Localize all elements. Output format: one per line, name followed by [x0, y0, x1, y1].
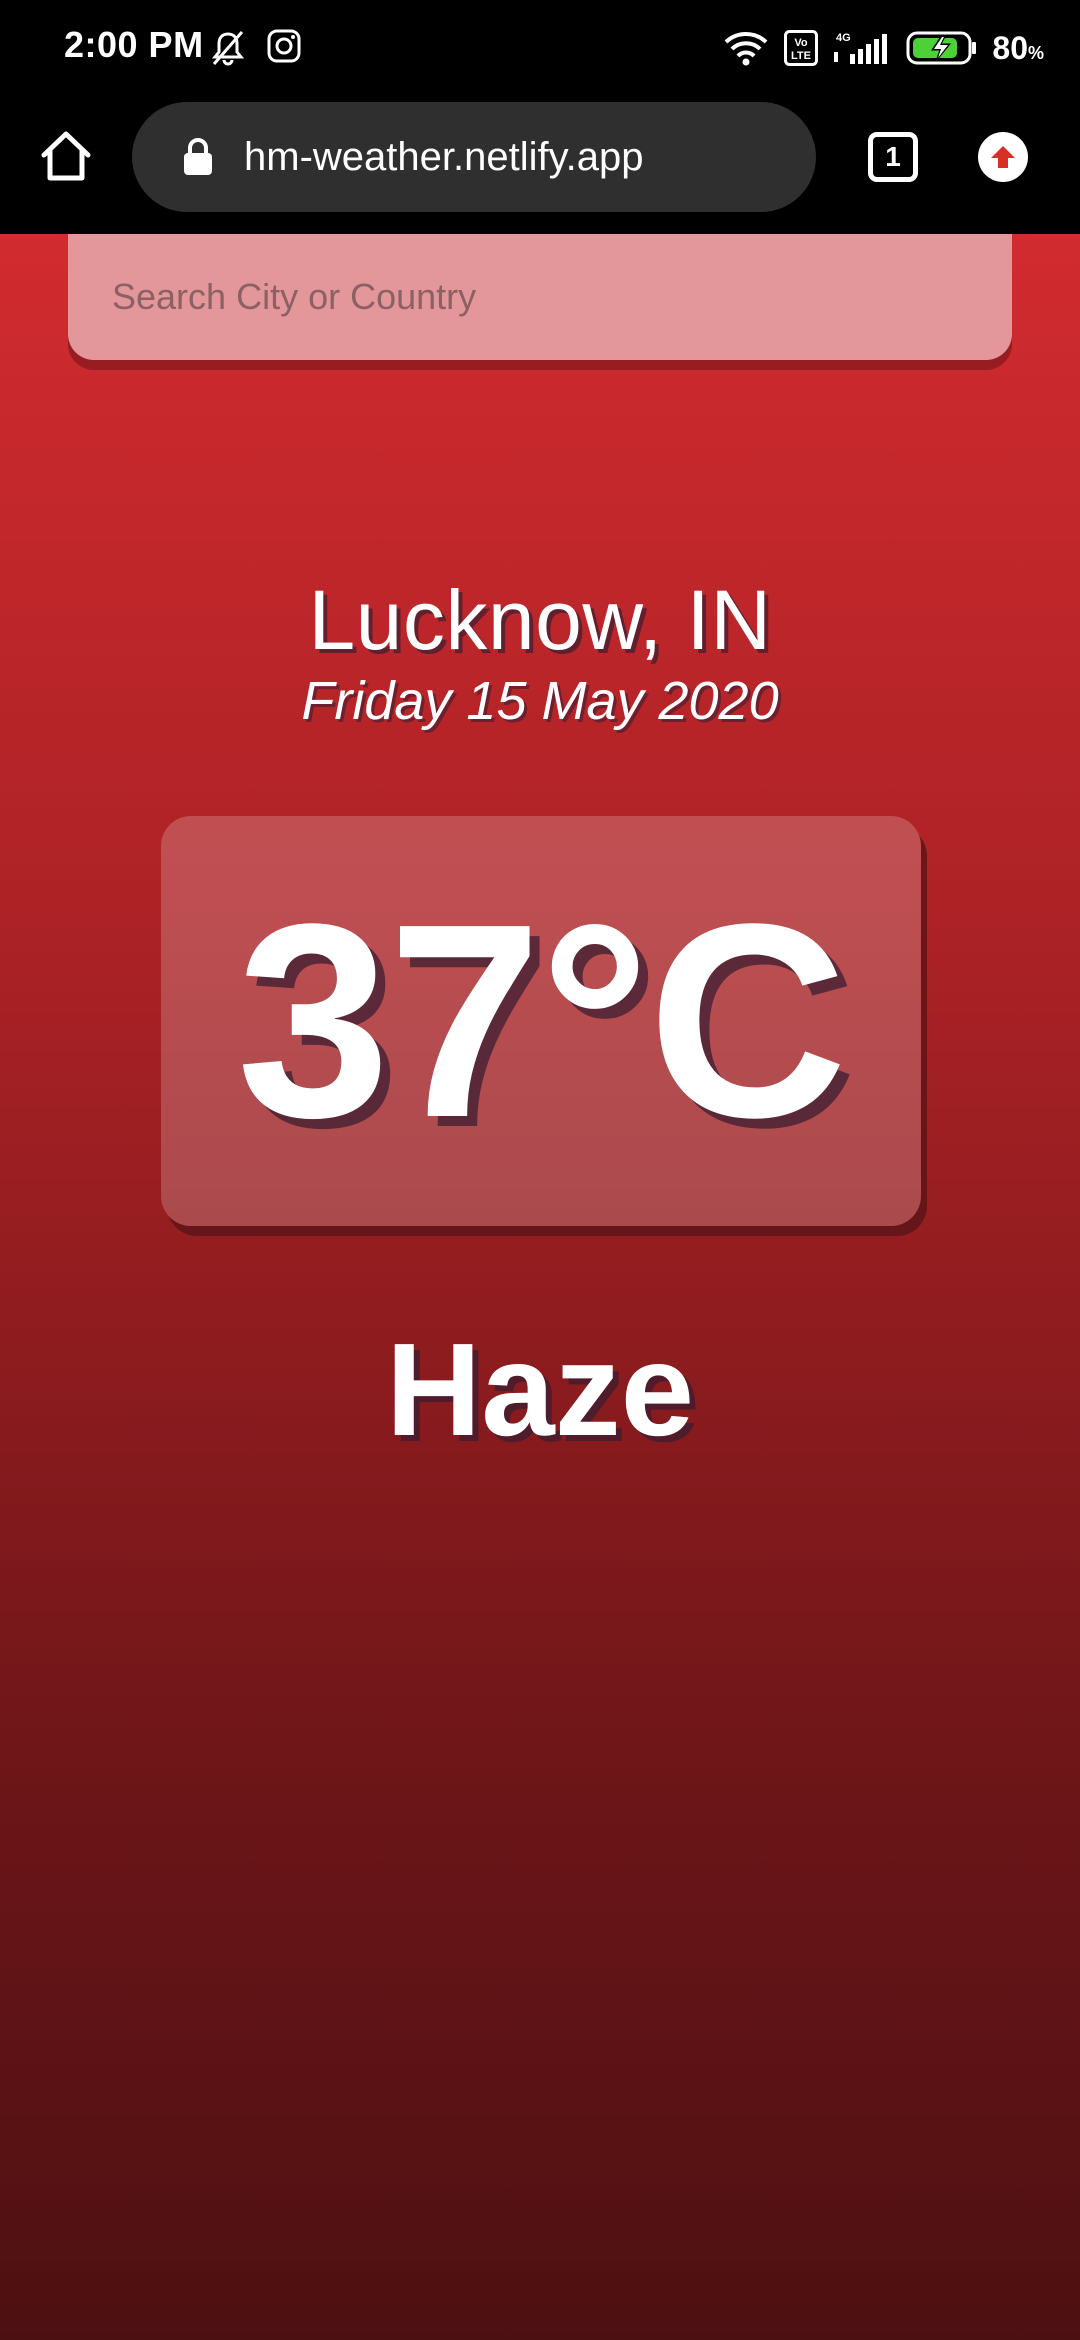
location-title: Lucknow, IN	[308, 573, 772, 667]
update-button[interactable]	[978, 132, 1028, 182]
date-label: Friday 15 May 2020	[301, 671, 779, 731]
signal-4g-icon: 4G	[832, 30, 892, 66]
status-left-icons	[208, 28, 302, 68]
tab-count: 1	[885, 141, 901, 172]
svg-text:4G: 4G	[836, 32, 851, 44]
volte-icon: Vo LTE	[784, 30, 819, 66]
temperature-value: 37°C	[236, 867, 848, 1175]
search-input[interactable]	[110, 275, 970, 319]
status-time: 2:00 PM	[64, 24, 204, 65]
mute-icon	[208, 28, 248, 68]
home-icon	[41, 131, 91, 181]
battery-percent: 80%	[992, 29, 1044, 66]
url-text: hm-weather.netlify.app	[244, 134, 644, 179]
temperature-card: 37°C	[161, 816, 921, 1226]
weather-condition: Haze	[385, 1316, 695, 1463]
home-button[interactable]	[38, 128, 94, 184]
battery-charging-icon	[906, 30, 978, 66]
lock-icon	[184, 138, 212, 175]
update-arrow-icon	[991, 146, 1015, 168]
svg-text:LTE: LTE	[791, 50, 811, 62]
address-bar[interactable]: hm-weather.netlify.app	[132, 102, 816, 212]
status-bar: 2:00 PM Vo LTE 4G 80%	[0, 0, 1080, 100]
weather-app: Lucknow, IN Friday 15 May 2020 37°C Haze	[0, 234, 1080, 2340]
tab-switcher-button[interactable]: 1	[868, 132, 918, 182]
wifi-icon	[722, 28, 770, 68]
status-right-icons: Vo LTE 4G 80%	[722, 28, 1044, 68]
svg-text:Vo: Vo	[795, 37, 809, 49]
browser-toolbar: hm-weather.netlify.app 1	[0, 100, 1080, 234]
search-bar	[68, 234, 1012, 360]
instagram-icon	[266, 28, 302, 68]
